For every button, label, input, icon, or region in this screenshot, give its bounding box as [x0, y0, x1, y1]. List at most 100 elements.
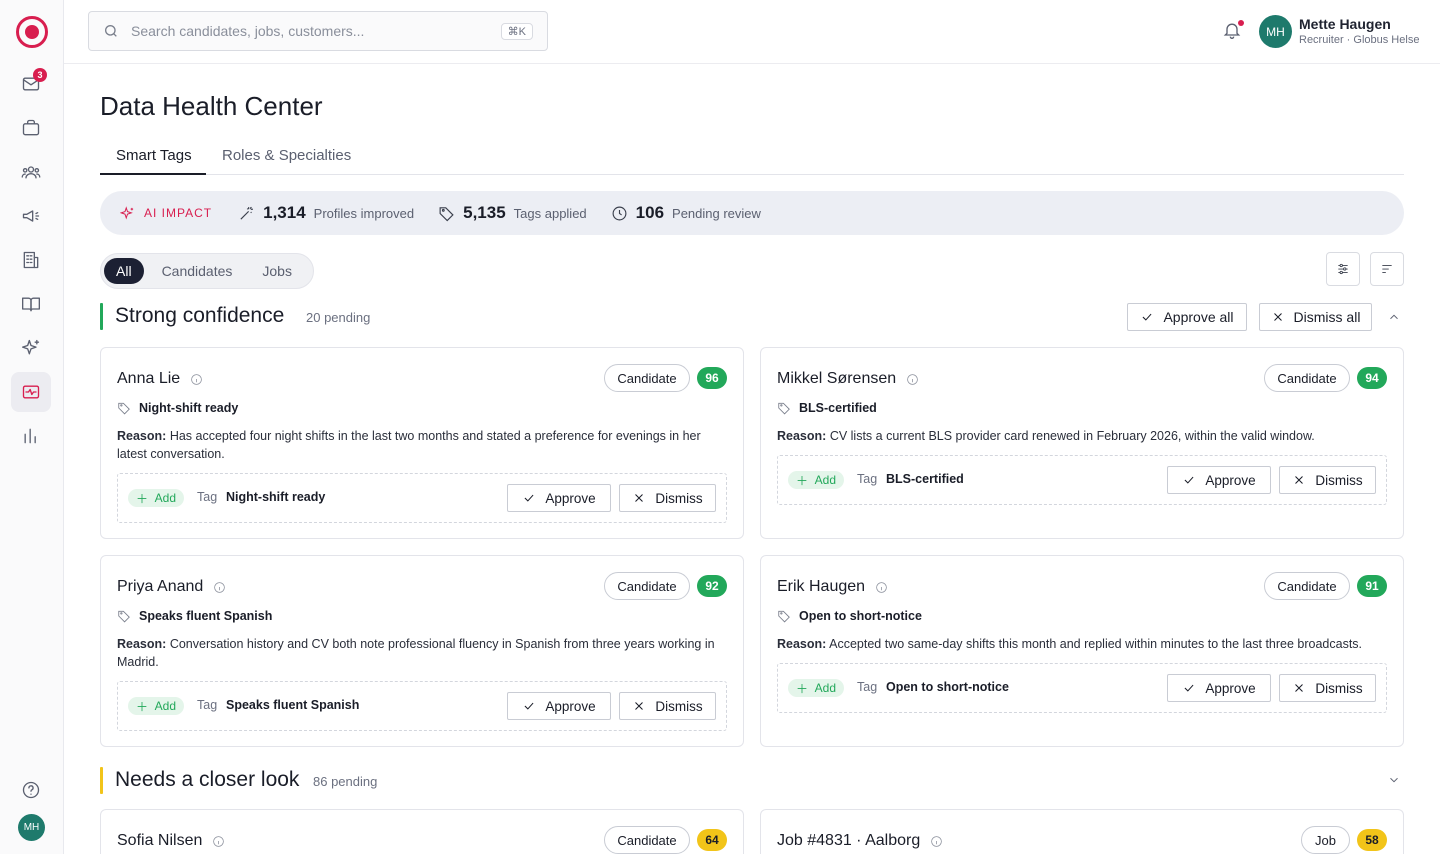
info-icon[interactable] — [875, 581, 888, 594]
dismiss-button[interactable]: Dismiss — [619, 484, 716, 512]
dismiss-button[interactable]: Dismiss — [619, 692, 716, 720]
card-name[interactable]: Priya Anand — [117, 578, 203, 596]
dismiss-label: Dismiss — [1315, 680, 1363, 696]
approve-button[interactable]: Approve — [1167, 466, 1271, 494]
reason-text: Reason: Accepted two same-day shifts thi… — [777, 635, 1387, 653]
info-icon[interactable] — [930, 835, 943, 848]
info-icon[interactable] — [906, 373, 919, 386]
confidence-score: 91 — [1357, 575, 1387, 597]
expand-button[interactable] — [1387, 773, 1401, 787]
check-icon — [1143, 313, 1152, 321]
pulse-icon — [22, 385, 40, 399]
sidebar-item-data-health[interactable] — [11, 372, 51, 412]
notifications-button[interactable] — [1222, 20, 1244, 44]
type-pill: Candidate — [604, 364, 690, 392]
topbar: Search candidates, jobs, customers... ⌘K… — [64, 0, 1440, 64]
sidebar-item-campaigns[interactable] — [11, 196, 51, 236]
card-title[interactable]: Anna Lie — [117, 370, 203, 388]
info-icon[interactable] — [190, 373, 203, 386]
people-icon — [21, 166, 41, 179]
card-name[interactable]: Sofia Nilsen — [117, 832, 202, 850]
bar-chart-icon — [24, 428, 36, 444]
filter-candidates[interactable]: Candidates — [150, 258, 245, 284]
dismiss-label: Dismiss — [655, 698, 703, 714]
reason-text: Reason: CV lists a current BLS provider … — [777, 427, 1387, 445]
group-title: Needs a closer look — [115, 768, 300, 791]
card-name[interactable]: Anna Lie — [117, 370, 180, 388]
sidebar-item-help[interactable] — [11, 770, 51, 810]
tag-value: Open to short-notice — [886, 680, 1009, 694]
user-role: Recruiter · Globus Helse — [1299, 34, 1420, 46]
magic-wand-icon — [240, 206, 253, 220]
filter-all[interactable]: All — [104, 258, 144, 284]
card-name[interactable]: Job #4831 · Aalborg — [777, 832, 920, 850]
stat-label: Profiles improved — [313, 206, 415, 221]
info-icon[interactable] — [212, 835, 225, 848]
tag-icon — [439, 206, 454, 221]
chevron-up-icon — [1390, 314, 1398, 320]
confidence-score: 96 — [697, 367, 727, 389]
card-title[interactable]: Job #4831 · Aalborg — [777, 832, 943, 850]
confidence-score: 64 — [697, 829, 727, 851]
check-icon — [524, 702, 534, 710]
approve-button[interactable]: Approve — [1167, 674, 1271, 702]
sidebar-item-knowledge[interactable] — [11, 284, 51, 324]
card-name[interactable]: Mikkel Sørensen — [777, 370, 896, 388]
book-open-icon — [22, 297, 40, 312]
avatar[interactable]: MH — [18, 814, 45, 841]
approve-label: Approve — [545, 698, 596, 714]
sidebar-item-candidates[interactable] — [11, 152, 51, 192]
dismiss-label: Dismiss — [655, 490, 703, 506]
filter-jobs[interactable]: Jobs — [250, 258, 304, 284]
sidebar-item-customers[interactable] — [11, 240, 51, 280]
approve-button[interactable]: Approve — [507, 692, 611, 720]
card-title[interactable]: Sofia Nilsen — [117, 832, 225, 850]
info-icon[interactable] — [213, 581, 226, 594]
sort-icon — [1382, 265, 1392, 273]
app-logo[interactable] — [16, 16, 48, 48]
reason-label: Reason: — [117, 429, 167, 443]
tab-smart-tags[interactable]: Smart Tags — [116, 147, 192, 164]
add-label: Add — [154, 491, 177, 505]
sidebar-item-reports[interactable] — [11, 416, 51, 456]
check-icon — [524, 494, 534, 502]
add-chip: ＋ Add — [128, 697, 185, 715]
sidebar-item-ai[interactable] — [11, 328, 51, 368]
ai-impact-label: AI IMPACT — [120, 205, 212, 221]
add-chip: ＋ Add — [788, 471, 845, 489]
sidebar-item-jobs[interactable] — [11, 108, 51, 148]
add-label: Add — [814, 473, 837, 487]
add-label: Add — [154, 699, 177, 713]
sparkles-icon — [22, 339, 40, 355]
dismiss-all-label: Dismiss all — [1293, 309, 1361, 325]
card-title[interactable]: Priya Anand — [117, 578, 226, 596]
dismiss-all-button[interactable]: Dismiss all — [1259, 303, 1372, 331]
group-count: 86 pending — [313, 774, 378, 789]
reason-body: Has accepted four night shifts in the la… — [117, 429, 701, 461]
approve-button[interactable]: Approve — [507, 484, 611, 512]
dismiss-button[interactable]: Dismiss — [1279, 466, 1376, 494]
stat-tags-applied: 5,135 Tags applied — [438, 203, 587, 223]
collapse-button[interactable] — [1387, 310, 1401, 324]
group-indicator — [100, 767, 103, 794]
check-icon — [1184, 476, 1194, 484]
card-title[interactable]: Mikkel Sørensen — [777, 370, 919, 388]
reason-label: Reason: — [777, 637, 827, 651]
card-name[interactable]: Erik Haugen — [777, 578, 865, 596]
tab-roles-specialties[interactable]: Roles & Specialties — [222, 147, 351, 164]
close-icon — [635, 702, 644, 710]
approve-all-button[interactable]: Approve all — [1127, 303, 1247, 331]
chevron-down-icon — [1390, 777, 1398, 783]
tag-icon — [118, 610, 130, 623]
sort-button[interactable] — [1370, 252, 1404, 286]
card-title[interactable]: Erik Haugen — [777, 578, 888, 596]
group-count: 20 pending — [306, 310, 371, 325]
stat-value: 1,314 — [263, 203, 306, 222]
user-avatar[interactable]: MH — [1259, 15, 1292, 48]
search-input[interactable]: Search candidates, jobs, customers... ⌘K — [88, 11, 548, 51]
tag-name: BLS-certified — [799, 401, 877, 415]
sparkles-icon — [120, 205, 134, 219]
sidebar-item-inbox[interactable]: 3 — [11, 64, 51, 104]
dismiss-button[interactable]: Dismiss — [1279, 674, 1376, 702]
filter-settings-button[interactable] — [1326, 252, 1360, 286]
